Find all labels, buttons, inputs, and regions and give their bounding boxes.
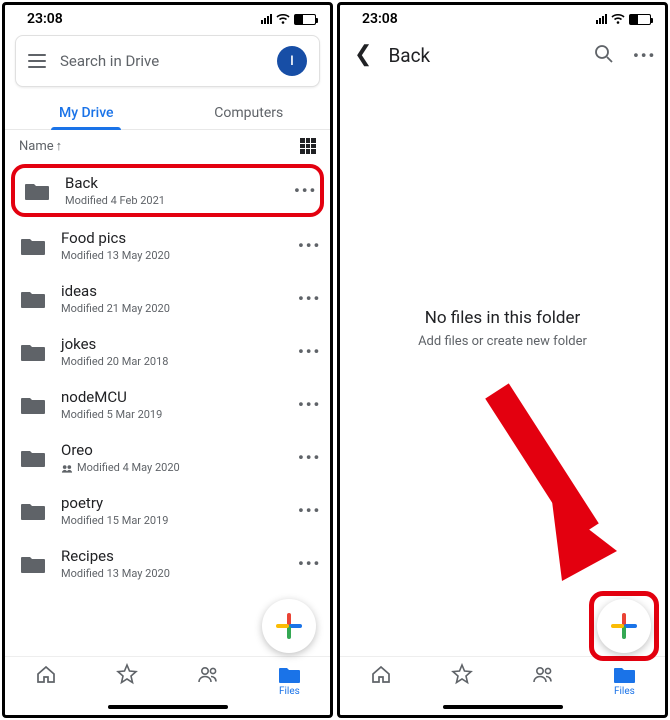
nav-starred[interactable] [86,663,167,697]
hamburger-icon[interactable] [28,54,46,68]
nav-shared[interactable] [503,663,584,697]
folder-subtitle: Modified 13 May 2020 [61,567,284,580]
folder-icon [19,288,47,310]
nav-files[interactable]: Files [249,663,330,697]
shared-icon [61,463,73,473]
back-chevron-icon[interactable]: ❮ [354,44,372,66]
account-avatar[interactable]: I [277,46,307,76]
empty-title: No files in this folder [425,308,581,328]
plus-multicolor-icon [276,613,302,639]
folder-row[interactable]: jokes Modified 20 Mar 2018 ••• [5,325,330,378]
folder-row[interactable]: ideas Modified 21 May 2020 ••• [5,272,330,325]
folder-subtitle: Modified 20 Mar 2018 [61,355,284,368]
plus-multicolor-icon [611,613,637,639]
folder-row[interactable]: Oreo Modified 4 May 2020 ••• [5,431,330,484]
folder-icon [23,180,51,202]
folder-row[interactable]: Back Modified 4 Feb 2021 ••• [11,164,324,217]
drive-tabs: My Drive Computers [5,95,330,130]
folder-icon [19,394,47,416]
nav-home[interactable] [340,663,421,697]
status-bar: 23:08 [340,5,665,29]
nav-starred[interactable] [421,663,502,697]
more-icon[interactable]: ••• [298,395,316,414]
folder-name: ideas [61,282,284,300]
more-icon[interactable]: ••• [298,554,316,573]
folder-list: Back Modified 4 Feb 2021 ••• Food pics Modif… [5,162,330,656]
folder-name: nodeMCU [61,388,284,406]
folder-subtitle: Modified 4 May 2020 [61,461,284,474]
tab-computers[interactable]: Computers [168,95,331,129]
folder-header: ❮ Back ••• [340,29,665,81]
bottom-nav: Files [5,656,330,701]
folder-subtitle: Modified 15 Mar 2019 [61,514,284,527]
signal-icon [596,14,607,24]
fab-new-button[interactable] [262,599,316,653]
status-time: 23:08 [362,11,398,27]
folder-title: Back [388,44,577,67]
sort-button[interactable]: Name ↑ [19,138,62,154]
folder-subtitle: Modified 13 May 2020 [61,249,284,262]
folder-row[interactable]: Recipes Modified 13 May 2020 ••• [5,537,330,590]
empty-subtitle: Add files or create new folder [418,334,587,349]
wifi-icon [611,12,625,26]
tab-my-drive[interactable]: My Drive [5,95,168,129]
folder-name: Recipes [61,547,284,565]
arrow-up-icon: ↑ [56,138,63,154]
battery-icon [629,14,651,25]
nav-shared[interactable] [168,663,249,697]
more-icon[interactable]: ••• [294,181,312,200]
search-bar[interactable]: Search in Drive I [15,35,320,87]
more-icon[interactable]: ••• [298,342,316,361]
folder-subtitle: Modified 5 Mar 2019 [61,408,284,421]
battery-icon [294,14,316,25]
nav-files[interactable]: Files [584,663,665,697]
home-indicator [443,705,563,709]
status-bar: 23:08 [5,5,330,29]
grid-view-icon[interactable] [300,138,316,154]
sort-row: Name ↑ [5,130,330,162]
more-icon[interactable]: ••• [298,289,316,308]
folder-icon [19,341,47,363]
folder-icon [19,500,47,522]
folder-row[interactable]: Food pics Modified 13 May 2020 ••• [5,219,330,272]
nav-home[interactable] [5,663,86,697]
folder-row[interactable]: nodeMCU Modified 5 Mar 2019 ••• [5,378,330,431]
folder-name: jokes [61,335,284,353]
search-placeholder: Search in Drive [60,52,263,70]
status-icons [261,12,316,26]
more-icon[interactable]: ••• [298,236,316,255]
folder-icon [19,447,47,469]
status-icons [596,12,651,26]
status-time: 23:08 [27,11,63,27]
fab-new-button[interactable] [597,599,651,653]
folder-name: Back [65,174,280,192]
more-icon[interactable]: ••• [298,448,316,467]
folder-icon [19,235,47,257]
folder-icon [19,553,47,575]
folder-subtitle: Modified 4 Feb 2021 [65,194,280,207]
folder-row[interactable]: poetry Modified 15 Mar 2019 ••• [5,484,330,537]
home-indicator [108,705,228,709]
more-icon[interactable]: ••• [298,501,316,520]
folder-subtitle: Modified 21 May 2020 [61,302,284,315]
folder-name: Food pics [61,229,284,247]
empty-state: No files in this folder Add files or cre… [340,81,665,656]
screenshot-left: 23:08 Search in Drive I My Drive Compute… [2,2,333,718]
wifi-icon [276,12,290,26]
signal-icon [261,14,272,24]
bottom-nav: Files [340,656,665,701]
more-icon[interactable]: ••• [633,46,651,65]
screenshot-right: 23:08 ❮ Back ••• No files in this folder… [337,2,668,718]
search-icon[interactable] [593,43,613,67]
folder-name: Oreo [61,441,284,459]
folder-name: poetry [61,494,284,512]
